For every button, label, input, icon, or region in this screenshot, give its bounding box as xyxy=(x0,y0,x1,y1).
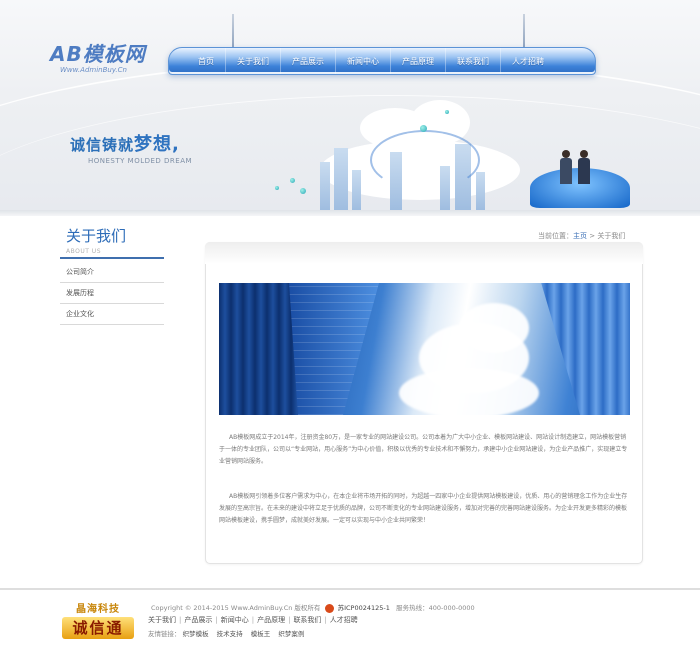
breadcrumb-separator: > xyxy=(587,232,598,240)
slogan-english: HONESTY MOLDED DREAM xyxy=(88,157,193,165)
businessmen-figures xyxy=(560,150,594,190)
sidebar-menu: 公司简介 发展历程 企业文化 xyxy=(60,262,164,325)
skyscraper-shape xyxy=(289,283,379,415)
badge-label: 诚信通 xyxy=(62,617,134,639)
footer-link-products[interactable]: 产品展示 xyxy=(184,616,212,624)
logo-text: AB模板网 xyxy=(50,42,146,66)
sidebar-item-history[interactable]: 发展历程 xyxy=(60,283,164,304)
friend-link[interactable]: 织梦模板 xyxy=(183,630,209,638)
friend-link[interactable]: 模板王 xyxy=(251,630,271,638)
banner-city-illustration xyxy=(300,100,540,210)
nav-about[interactable]: 关于我们 xyxy=(226,48,281,74)
bubble-decoration xyxy=(275,186,279,190)
building-shape xyxy=(320,162,330,210)
main-nav: 首页 关于我们 产品展示 新闻中心 产品原理 联系我们 人才招聘 xyxy=(168,47,596,75)
banner-slogan: 诚信铸就梦想, HONESTY MOLDED DREAM xyxy=(70,130,192,165)
footer-link-news[interactable]: 新闻中心 xyxy=(221,616,249,624)
about-paragraph-1: AB模板网成立于2014年，注册资金80万，是一家专业的网站建设公司。公司本着为… xyxy=(219,434,628,465)
about-photo xyxy=(219,283,630,415)
nav-antenna-decoration xyxy=(523,14,525,48)
friend-link[interactable]: 织梦案例 xyxy=(278,630,304,638)
icp-number[interactable]: 苏ICP0024125-1 xyxy=(338,604,390,612)
nav-news[interactable]: 新闻中心 xyxy=(336,48,391,74)
badge-company-name: 晶海科技 xyxy=(76,604,120,615)
about-paragraph-2: AB模板网引领着多位客户需求为中心，在本企业将市场开拓的同时，为超越一四家中小企… xyxy=(219,493,628,524)
footer-nav-links: 关于我们 | 产品展示 | 新闻中心 | 产品原理 | 联系我们 | 人才招聘 xyxy=(148,616,358,624)
nav-principle[interactable]: 产品原理 xyxy=(391,48,446,74)
building-shape xyxy=(334,148,348,210)
footer-trust-badge[interactable]: 晶海科技 诚信通 xyxy=(58,600,138,644)
service-phone: 服务热线：400-000-0000 xyxy=(396,604,475,612)
nav-antenna-decoration xyxy=(232,14,234,48)
nav-contact[interactable]: 联系我们 xyxy=(446,48,501,74)
slogan-part-b: 梦想, xyxy=(134,134,180,155)
nav-products[interactable]: 产品展示 xyxy=(281,48,336,74)
friend-links: 友情链接： 织梦模板 技术支持 模板王 织梦案例 xyxy=(148,628,310,638)
sidebar-subtitle: ABOUT US xyxy=(66,248,102,255)
nav-jobs[interactable]: 人才招聘 xyxy=(501,48,555,74)
breadcrumb: 当前位置：主页 > 关于我们 xyxy=(538,231,625,241)
nav-home[interactable]: 首页 xyxy=(187,48,226,74)
footer-link-contact[interactable]: 联系我们 xyxy=(293,616,321,624)
cloud-shape xyxy=(399,368,539,415)
ribbon-shape xyxy=(370,130,480,190)
building-shape xyxy=(352,170,361,210)
header-divider xyxy=(0,210,700,216)
bubble-decoration xyxy=(420,125,427,132)
building-shape xyxy=(476,172,485,210)
header-banner: AB模板网 Www.AdminBuy.Cn 首页 关于我们 产品展示 新闻中心 … xyxy=(0,0,700,210)
sidebar-title: 关于我们 xyxy=(66,227,127,245)
breadcrumb-current: 关于我们 xyxy=(597,232,626,240)
logo-url: Www.AdminBuy.Cn xyxy=(60,66,127,74)
friend-links-label: 友情链接： xyxy=(148,630,181,638)
bubble-decoration xyxy=(445,110,449,114)
breadcrumb-prefix: 当前位置： xyxy=(538,232,573,240)
sidebar-item-company-intro[interactable]: 公司简介 xyxy=(60,262,164,283)
footer-link-principle[interactable]: 产品原理 xyxy=(257,616,285,624)
sidebar-item-culture[interactable]: 企业文化 xyxy=(60,304,164,325)
cloud-shape xyxy=(459,303,529,353)
bubble-decoration xyxy=(300,188,306,194)
slogan-chinese: 诚信铸就梦想, xyxy=(70,130,192,156)
footer-link-jobs[interactable]: 人才招聘 xyxy=(330,616,358,624)
breadcrumb-home-link[interactable]: 主页 xyxy=(573,232,587,240)
bubble-decoration xyxy=(290,178,295,183)
copyright-text: Copyright © 2014-2015 Www.AdminBuy.Cn 版权… xyxy=(151,604,321,612)
sidebar-rule xyxy=(60,257,164,259)
site-logo[interactable]: AB模板网 Www.AdminBuy.Cn xyxy=(50,43,160,83)
police-badge-icon xyxy=(324,603,334,613)
footer-copyright-line: Copyright © 2014-2015 Www.AdminBuy.Cn 版权… xyxy=(151,602,475,613)
content-panel-header xyxy=(205,242,643,264)
slogan-part-a: 诚信铸就 xyxy=(70,136,135,154)
friend-link[interactable]: 技术支持 xyxy=(217,630,243,638)
footer-link-about[interactable]: 关于我们 xyxy=(148,616,176,624)
